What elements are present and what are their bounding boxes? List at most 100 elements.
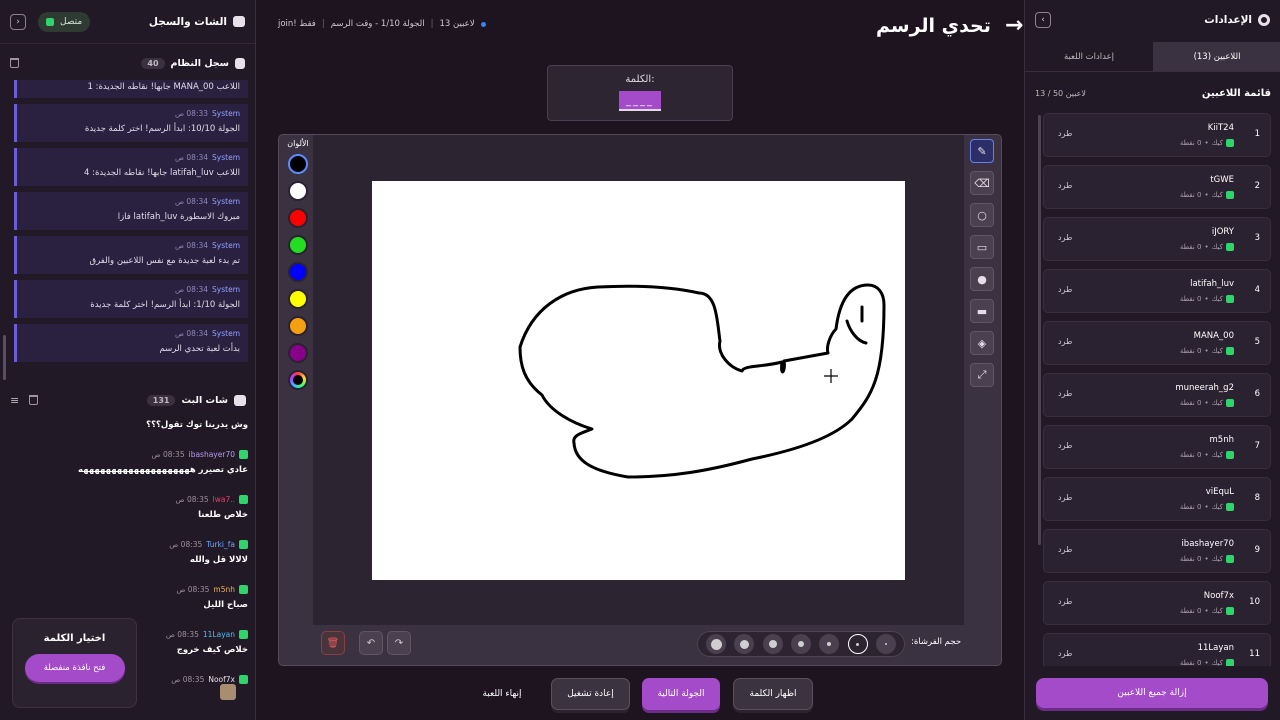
syslog-message: تم بدء لعبة جديدة مع نفس اللاعبين والفرق <box>89 256 241 266</box>
syslog-entry: System 08:34 ص الجولة 1/10: ابدأ الرسم! اخ… <box>14 280 248 318</box>
tab-players[interactable]: اللاعبين (13) <box>1153 42 1280 71</box>
player-number: 8 <box>1254 493 1260 503</box>
align-icon[interactable]: ≡ <box>10 394 19 407</box>
chat-username[interactable]: m5nh <box>213 585 235 594</box>
kick-player-button[interactable]: طرد <box>1058 597 1072 606</box>
brush-size-1[interactable] <box>875 634 896 654</box>
player-list-header: 13 / 50 لاعبين قائمة اللاعبين <box>1035 86 1271 100</box>
color-swatch[interactable] <box>288 208 308 228</box>
redo-icon[interactable]: ↷ <box>387 631 411 655</box>
kick-player-button[interactable]: طرد <box>1058 181 1072 190</box>
player-points: 0 نقطة <box>1179 659 1202 666</box>
chat-username[interactable]: 11Layan <box>203 630 235 639</box>
next-round-button[interactable]: الجولة التالية <box>642 678 720 710</box>
chat-text: عادي تصيرر ههههههههههههههههههههه <box>78 465 248 475</box>
kick-player-button[interactable]: طرد <box>1058 649 1072 658</box>
player-list-count: 13 / 50 لاعبين <box>1035 88 1086 98</box>
collapse-right-icon[interactable]: ‹ <box>1035 12 1051 28</box>
kick-player-button[interactable]: طرد <box>1058 493 1072 502</box>
syslog-message: اللاعب latifah_luv جابها! نقاطه الجديدة:… <box>83 168 240 178</box>
clear-canvas-icon[interactable]: 🗑 <box>321 631 345 655</box>
kick-player-button[interactable]: طرد <box>1058 129 1072 138</box>
brush-size-7[interactable] <box>706 634 727 654</box>
player-points: 0 نقطة <box>1179 139 1202 147</box>
kick-player-button[interactable]: طرد <box>1058 285 1072 294</box>
clear-syslog-icon[interactable] <box>10 58 19 68</box>
tab-game-settings[interactable]: إعدادات اللعبة <box>1025 42 1153 71</box>
circle-tool-icon[interactable]: ○ <box>970 203 994 227</box>
fill-bucket-icon[interactable]: ◈ <box>970 331 994 355</box>
syslog-author: System <box>212 153 240 162</box>
reveal-word-button[interactable]: اظهار الكلمة <box>733 678 813 710</box>
kick-player-button[interactable]: طرد <box>1058 337 1072 346</box>
syslog-message: الجولة 1/10: ابدأ الرسم! اختر كلمة جديدة <box>90 300 240 310</box>
custom-color-picker[interactable] <box>288 370 308 390</box>
settings-tabs: إعدادات اللعبة اللاعبين (13) <box>1025 42 1280 72</box>
color-swatch[interactable] <box>288 154 308 174</box>
kick-icon <box>1226 191 1234 199</box>
separator-dot: • <box>1204 399 1209 407</box>
chat-text: لالالا قل والله <box>189 555 248 565</box>
color-swatch[interactable] <box>288 343 308 363</box>
kick-player-button[interactable]: طرد <box>1058 233 1072 242</box>
chat-username[interactable]: Turki_fa <box>206 540 235 549</box>
separator-dot: • <box>1204 191 1209 199</box>
player-team: كيك <box>1211 347 1223 355</box>
chat-username[interactable]: ibashayer70 <box>189 450 235 459</box>
brush-size-6[interactable] <box>734 634 755 654</box>
player-meta: كيك • 0 نقطة <box>1180 347 1234 355</box>
color-swatch[interactable] <box>288 289 308 309</box>
syslog-entry: System 08:34 ص مبروك الاسطورة latifah_luv … <box>14 192 248 230</box>
player-list-scrollbar[interactable] <box>1038 115 1041 545</box>
undo-icon[interactable]: ↶ <box>359 631 383 655</box>
clear-chat-icon[interactable] <box>29 395 39 405</box>
color-swatch[interactable] <box>288 181 308 201</box>
player-name: m5nh <box>1209 435 1234 445</box>
player-team: كيك <box>1211 243 1223 251</box>
color-swatch[interactable] <box>288 262 308 282</box>
color-swatch[interactable] <box>288 316 308 336</box>
filled-rect-tool-icon[interactable]: ▬ <box>970 299 994 323</box>
rect-tool-icon[interactable]: ▭ <box>970 235 994 259</box>
line-tool-icon[interactable]: ⤢ <box>970 363 994 387</box>
chat-panel-title-text: الشات والسجل <box>148 15 227 28</box>
chat-time: 08:35 ص <box>165 630 199 639</box>
eraser-tool-icon[interactable]: ⌫ <box>970 171 994 195</box>
chat-time: 08:35 ص <box>175 495 209 504</box>
kick-player-button[interactable]: طرد <box>1058 545 1072 554</box>
player-name: muneerah_g2 <box>1175 383 1234 393</box>
player-row: طرد muneerah_g2 كيك • 0 نقطة 6 <box>1043 373 1271 417</box>
separator-dot: • <box>1204 503 1209 511</box>
syslog-scrollbar[interactable] <box>3 335 6 380</box>
open-popup-button[interactable]: فتح نافذة منفصلة <box>24 654 125 682</box>
color-swatch[interactable] <box>288 235 308 255</box>
brush-size-4[interactable] <box>790 634 811 654</box>
brush-size-label: حجم الفرشاة: <box>911 637 962 647</box>
brush-size-3[interactable] <box>819 634 840 654</box>
remove-all-players-button[interactable]: إزالة جميع اللاعبين <box>1036 678 1268 708</box>
kick-player-button[interactable]: طرد <box>1058 441 1072 450</box>
player-number: 10 <box>1249 597 1260 607</box>
end-game-button[interactable]: إنهاء اللعبة <box>462 678 542 710</box>
drawing-canvas[interactable] <box>372 181 905 580</box>
chat-username[interactable]: Noof7x <box>208 675 235 684</box>
collapse-left-icon[interactable]: › <box>10 13 26 30</box>
player-name: latifah_luv <box>1190 279 1234 289</box>
player-name: tGWE <box>1210 175 1234 185</box>
chat-text: وش يدرينا توك تقول؟؟؟ <box>146 420 248 430</box>
brush-size-2[interactable] <box>847 634 868 654</box>
syslog-header: 40 سجل النظام <box>0 50 255 76</box>
kick-player-button[interactable]: طرد <box>1058 389 1072 398</box>
arrow-right-icon[interactable]: → <box>1005 13 1023 38</box>
pen-tool-icon[interactable]: ✎ <box>970 139 994 163</box>
chat-meta: Turki_fa 08:35 ص <box>12 540 248 549</box>
chat-username[interactable]: ..lwa7 <box>213 495 235 504</box>
filled-circle-tool-icon[interactable]: ● <box>970 267 994 291</box>
info-icon <box>235 57 245 69</box>
restart-button[interactable]: إعادة تشغيل <box>551 678 630 710</box>
player-name: ibashayer70 <box>1181 539 1234 549</box>
player-row: طرد m5nh كيك • 0 نقطة 7 <box>1043 425 1271 469</box>
player-list-title: قائمة اللاعبين <box>1201 87 1271 99</box>
chat-time: 08:35 ص <box>171 675 205 684</box>
brush-size-5[interactable] <box>762 634 783 654</box>
